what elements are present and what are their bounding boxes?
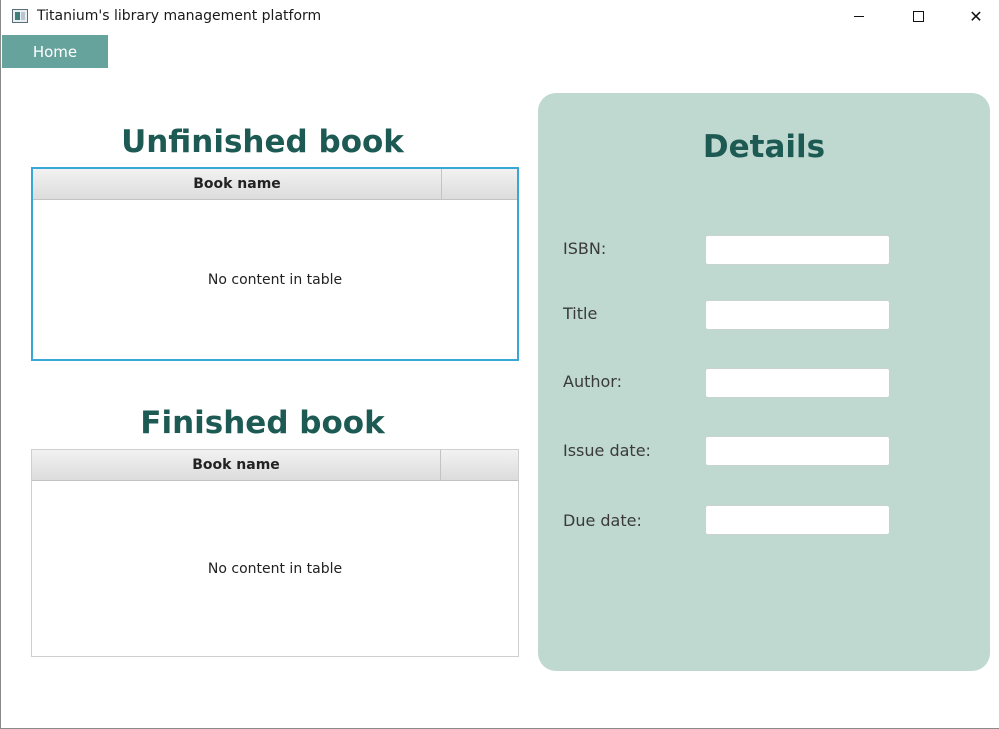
empty-table-message: No content in table [207,560,343,577]
close-button[interactable]: ✕ [953,0,999,32]
column-header-book-name[interactable]: Book name [32,450,441,480]
maximize-icon [912,10,924,22]
author-field[interactable] [705,368,890,398]
finished-book-title: Finished book [140,405,385,441]
column-header-extra[interactable] [442,450,517,480]
window-title: Titanium's library management platform [37,8,322,24]
close-icon: ✕ [969,6,983,26]
table-header: Book name [32,450,518,481]
details-panel: Details ISBN: Title Author: Issue date: … [538,93,990,671]
isbn-field[interactable] [705,235,890,265]
table-body: No content in table [33,200,517,359]
isbn-label: ISBN: [563,239,607,258]
empty-table-message: No content in table [207,271,343,288]
column-header-book-name[interactable]: Book name [33,169,442,199]
due-date-label: Due date: [563,511,642,530]
issue-date-label: Issue date: [563,441,651,460]
unfinished-book-title: Unfinished book [121,124,404,160]
title-label: Title [563,304,598,323]
title-field[interactable] [705,300,890,330]
minimize-button[interactable] [836,0,882,32]
app-icon [12,9,28,23]
maximize-button[interactable] [895,0,941,32]
column-header-extra[interactable] [443,169,518,199]
details-title: Details [702,129,826,165]
minimize-icon [854,15,864,17]
app-window: Titanium's library management platform ✕… [0,0,999,729]
title-bar: Titanium's library management platform ✕ [1,0,999,34]
unfinished-book-table[interactable]: Book name No content in table [31,167,519,361]
table-body: No content in table [32,481,518,656]
due-date-field[interactable] [705,505,890,535]
author-label: Author: [563,372,622,391]
finished-book-table[interactable]: Book name No content in table [31,449,519,657]
issue-date-field[interactable] [705,436,890,466]
table-header: Book name [33,169,517,200]
home-button[interactable]: Home [2,35,108,68]
